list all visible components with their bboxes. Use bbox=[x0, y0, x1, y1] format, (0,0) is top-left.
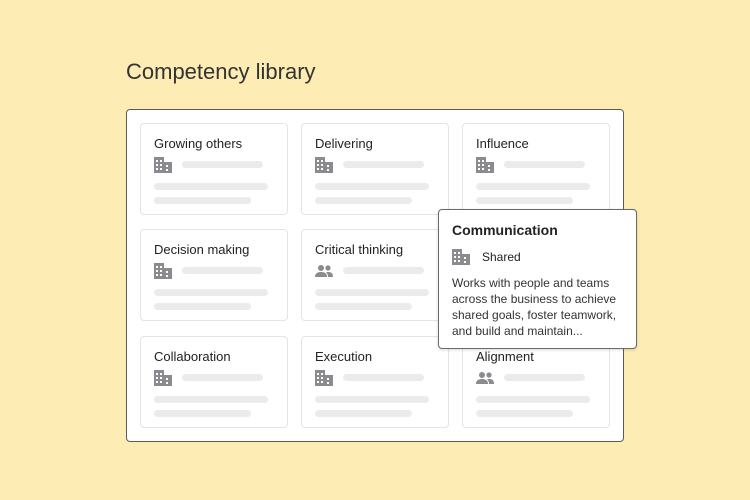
skeleton-line bbox=[154, 289, 268, 296]
skeleton-line bbox=[476, 396, 590, 403]
competency-card[interactable]: Critical thinking bbox=[301, 229, 449, 321]
building-icon bbox=[154, 157, 172, 173]
skeleton-line bbox=[315, 197, 412, 204]
competency-card[interactable]: Growing others bbox=[140, 123, 288, 215]
people-icon bbox=[476, 370, 494, 386]
competency-card[interactable]: Decision making bbox=[140, 229, 288, 321]
skeleton-line bbox=[504, 374, 585, 381]
skeleton-line bbox=[182, 267, 263, 274]
card-title: Collaboration bbox=[154, 349, 231, 364]
skeleton-line bbox=[154, 303, 251, 310]
competency-card[interactable]: Delivering bbox=[301, 123, 449, 215]
building-icon bbox=[315, 370, 333, 386]
building-icon bbox=[154, 370, 172, 386]
skeleton-line bbox=[154, 396, 268, 403]
skeleton-line bbox=[343, 267, 424, 274]
competency-card[interactable]: Collaboration bbox=[140, 336, 288, 428]
skeleton-line bbox=[182, 161, 263, 168]
building-icon bbox=[315, 157, 333, 173]
skeleton-line bbox=[476, 183, 590, 190]
skeleton-line bbox=[315, 396, 429, 403]
page-title: Competency library bbox=[126, 59, 316, 84]
skeleton-line bbox=[315, 183, 429, 190]
popover-scope: Shared bbox=[482, 250, 521, 264]
card-title: Influence bbox=[476, 136, 529, 151]
card-title: Critical thinking bbox=[315, 242, 404, 257]
competency-popover: Communication Shared Works with people a… bbox=[438, 209, 637, 349]
competency-card[interactable]: Execution bbox=[301, 336, 449, 428]
skeleton-line bbox=[154, 183, 268, 190]
competency-card[interactable]: Influence bbox=[462, 123, 610, 215]
skeleton-line bbox=[154, 197, 251, 204]
skeleton-line bbox=[315, 303, 412, 310]
building-icon bbox=[452, 249, 470, 265]
card-title: Decision making bbox=[154, 242, 250, 257]
skeleton-line bbox=[343, 374, 424, 381]
popover-description: Works with people and teams across the b… bbox=[452, 276, 617, 338]
people-icon bbox=[315, 263, 333, 279]
skeleton-line bbox=[343, 161, 424, 168]
skeleton-line bbox=[504, 161, 585, 168]
building-icon bbox=[476, 157, 494, 173]
skeleton-line bbox=[315, 289, 429, 296]
skeleton-line bbox=[476, 197, 573, 204]
card-title: Alignment bbox=[476, 349, 534, 364]
competency-card[interactable]: Alignment bbox=[462, 336, 610, 428]
skeleton-line bbox=[154, 410, 251, 417]
skeleton-line bbox=[476, 410, 573, 417]
skeleton-line bbox=[315, 410, 412, 417]
card-title: Execution bbox=[315, 349, 373, 364]
popover-title: Communication bbox=[452, 222, 558, 238]
skeleton-line bbox=[182, 374, 263, 381]
building-icon bbox=[154, 263, 172, 279]
card-title: Delivering bbox=[315, 136, 373, 151]
card-title: Growing others bbox=[154, 136, 243, 151]
